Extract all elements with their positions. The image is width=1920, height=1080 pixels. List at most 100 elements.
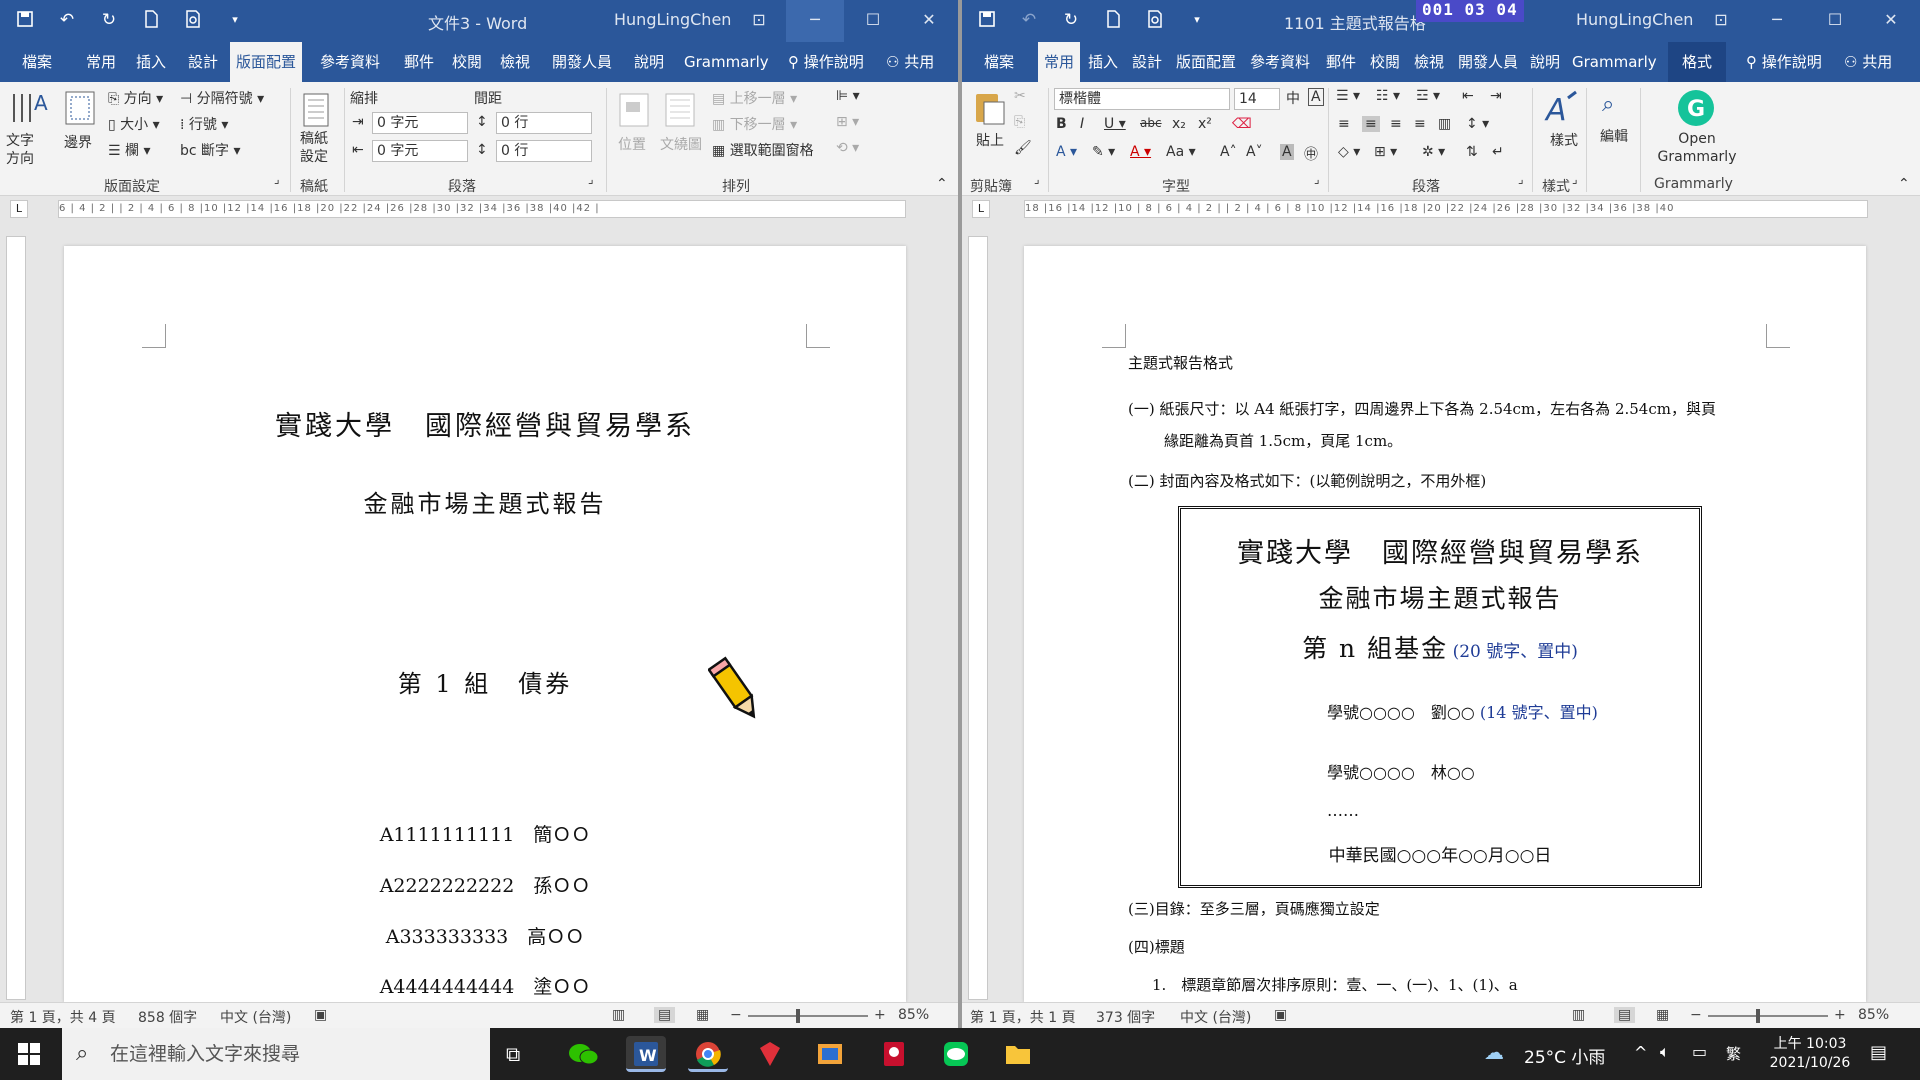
text-effects-icon[interactable]: A ▾ xyxy=(1056,144,1077,160)
tab-grammarly[interactable]: Grammarly xyxy=(1566,42,1663,82)
doc-group-title[interactable]: 第 1 組 債券 xyxy=(64,664,906,699)
word-count[interactable]: 858 個字 xyxy=(138,1007,197,1027)
justify-icon[interactable]: ≡ xyxy=(1414,116,1426,132)
clock-time[interactable]: 上午 10:03 xyxy=(1770,1033,1850,1053)
doc-member[interactable]: A333333333 高ＯＯ xyxy=(64,922,906,949)
doc-item-2[interactable]: (二) 封面內容及格式如下：(以範例說明之，不用外框) xyxy=(1128,470,1486,491)
bullets-icon[interactable]: ☰ ▾ xyxy=(1336,88,1360,104)
print-preview-icon[interactable] xyxy=(182,9,204,31)
macro-record-icon[interactable]: ▣ xyxy=(1274,1007,1287,1023)
gem-app-icon[interactable] xyxy=(750,1036,790,1072)
vip-app-icon[interactable] xyxy=(874,1036,914,1072)
weather-icon[interactable]: ☁ xyxy=(1484,1040,1504,1064)
borders-icon[interactable]: ⊞ ▾ xyxy=(1374,144,1397,160)
sort-icon[interactable]: ⇅ xyxy=(1466,144,1478,160)
tab-file[interactable]: 檔案 xyxy=(978,42,1020,82)
clear-formatting-icon[interactable]: ⌫ xyxy=(1232,116,1252,132)
horizontal-ruler[interactable]: L 18 |16 |14 |12 |10 | 8 | 6 | 4 | 2 | |… xyxy=(962,196,1920,222)
underline-button[interactable]: U ▾ xyxy=(1104,116,1126,132)
zoom-level[interactable]: 85% xyxy=(1858,1007,1889,1023)
language[interactable]: 中文 (台灣) xyxy=(220,1007,291,1027)
tab-file[interactable]: 檔案 xyxy=(16,42,58,82)
tab-selector[interactable]: L xyxy=(972,200,990,218)
read-mode-icon[interactable]: ▥ xyxy=(1572,1007,1585,1023)
line-numbers-button[interactable]: ⁞ 行號 ▾ xyxy=(180,114,228,134)
task-view-icon[interactable]: ⧉ xyxy=(506,1042,520,1066)
windows-start-icon[interactable] xyxy=(18,1043,40,1065)
superscript-button[interactable]: x² xyxy=(1198,116,1212,132)
page-count[interactable]: 第 1 頁，共 1 頁 xyxy=(970,1007,1076,1027)
shading-icon[interactable]: ◇ ▾ xyxy=(1338,144,1360,160)
doc-item-1-cont[interactable]: 緣距離為頁首 1.5cm，頁尾 1cm。 xyxy=(1164,430,1402,451)
doc-item-1[interactable]: (一) 紙張尺寸：以 A4 紙張打字，四周邊界上下各為 2.54cm，左右各為 … xyxy=(1128,398,1716,419)
italic-button[interactable]: I xyxy=(1080,116,1084,132)
strikethrough-button[interactable]: abc xyxy=(1140,116,1162,130)
numbering-icon[interactable]: ☷ ▾ xyxy=(1376,88,1400,104)
user-name[interactable]: HungLingChen xyxy=(1576,10,1693,29)
tab-layout[interactable]: 版面配置 xyxy=(230,42,303,82)
notification-icon[interactable]: ▤ xyxy=(1870,1042,1887,1063)
hyphenation-button[interactable]: bc 斷字 ▾ xyxy=(180,140,241,160)
word-count[interactable]: 373 個字 xyxy=(1096,1007,1155,1027)
tab-developer[interactable]: 開發人員 xyxy=(1452,42,1524,82)
position-button[interactable]: 位置 xyxy=(618,134,646,154)
subscript-button[interactable]: x₂ xyxy=(1172,116,1186,132)
editing-button[interactable]: 編輯 xyxy=(1600,126,1628,146)
styles-launcher-icon[interactable]: ⌟ xyxy=(1572,172,1578,186)
network-icon[interactable]: ▭ xyxy=(1692,1042,1707,1061)
zoom-slider-handle[interactable] xyxy=(1756,1009,1760,1023)
doc-item-4-1[interactable]: 1. 標題章節層次排序原則：壹、一、(一)、1、(1)、a xyxy=(1152,974,1518,995)
show-hidden-icons[interactable]: ^ xyxy=(1634,1043,1647,1062)
page-setup-launcher-icon[interactable]: ⌟ xyxy=(274,172,280,186)
align-center-icon[interactable]: ≡ xyxy=(1362,116,1380,132)
undo-icon[interactable]: ↶ xyxy=(56,9,78,31)
group-icon[interactable]: ⊞ ▾ xyxy=(836,114,859,130)
tab-grammarly[interactable]: Grammarly xyxy=(678,42,775,82)
zoom-out-button[interactable]: − xyxy=(730,1007,742,1023)
line-app-icon[interactable] xyxy=(936,1036,976,1072)
tab-insert[interactable]: 插入 xyxy=(1082,42,1124,82)
tab-review[interactable]: 校閱 xyxy=(446,42,488,82)
share-button[interactable]: ⚇ 共用 xyxy=(880,42,940,82)
ime-indicator[interactable]: 繁 xyxy=(1726,1043,1741,1064)
save-icon[interactable] xyxy=(976,9,998,31)
zoom-slider[interactable] xyxy=(1708,1015,1828,1017)
bring-forward-button[interactable]: ▤ 上移一層 ▾ xyxy=(712,88,797,108)
selection-pane-button[interactable]: ▦ 選取範圍窗格 xyxy=(712,140,814,160)
horizontal-ruler[interactable]: L 6 | 4 | 2 | | 2 | 4 | 6 | 8 |10 |12 |1… xyxy=(0,196,958,222)
zoom-in-button[interactable]: + xyxy=(874,1007,886,1023)
doc-heading-school[interactable]: 實踐大學 國際經營與貿易學系 xyxy=(64,404,906,443)
ribbon-display-icon[interactable]: ⊡ xyxy=(1692,0,1750,42)
doc-member[interactable]: A1111111111 簡ＯＯ xyxy=(64,820,906,847)
cut-icon[interactable]: ✂ xyxy=(1014,88,1026,104)
customize-qat-icon[interactable]: ▾ xyxy=(224,9,246,31)
tab-insert[interactable]: 插入 xyxy=(130,42,172,82)
change-case-icon[interactable]: Aa ▾ xyxy=(1166,144,1196,160)
print-layout-icon[interactable]: ▤ xyxy=(654,1007,676,1023)
phonetic-guide-icon[interactable]: 中 xyxy=(1286,88,1300,108)
tab-home[interactable]: 常用 xyxy=(80,42,122,82)
undo-icon[interactable]: ↶ xyxy=(1018,9,1040,31)
multilevel-list-icon[interactable]: ☲ ▾ xyxy=(1416,88,1440,104)
show-marks-icon[interactable]: ↵ xyxy=(1492,144,1504,160)
zoom-level[interactable]: 85% xyxy=(898,1007,929,1023)
enclose-icon[interactable]: ㊥ xyxy=(1304,144,1318,164)
highlight-icon[interactable]: ✎ ▾ xyxy=(1092,144,1115,160)
share-button[interactable]: ⚇ 共用 xyxy=(1838,42,1898,82)
shrink-font-icon[interactable]: A˅ xyxy=(1246,144,1263,160)
print-preview-icon[interactable] xyxy=(1144,9,1166,31)
taskbar-search-box[interactable]: ⌕ 在這裡輸入文字來搜尋 xyxy=(62,1028,490,1080)
distributed-icon[interactable]: ▥ xyxy=(1438,116,1451,132)
ribbon-display-icon[interactable]: ⊡ xyxy=(730,0,788,42)
new-document-icon[interactable] xyxy=(1102,9,1124,31)
zoom-slider[interactable] xyxy=(748,1015,868,1017)
increase-indent-icon[interactable]: ⇥ xyxy=(1490,88,1502,104)
wrap-text-button[interactable]: 文繞圖 xyxy=(660,134,702,154)
vertical-ruler[interactable] xyxy=(6,236,26,1000)
close-button[interactable]: ✕ xyxy=(900,0,958,42)
read-mode-icon[interactable]: ▥ xyxy=(612,1007,625,1023)
tab-selector[interactable]: L xyxy=(10,200,28,218)
save-icon[interactable] xyxy=(14,9,36,31)
tab-developer[interactable]: 開發人員 xyxy=(546,42,618,82)
tab-references[interactable]: 參考資料 xyxy=(1244,42,1316,82)
